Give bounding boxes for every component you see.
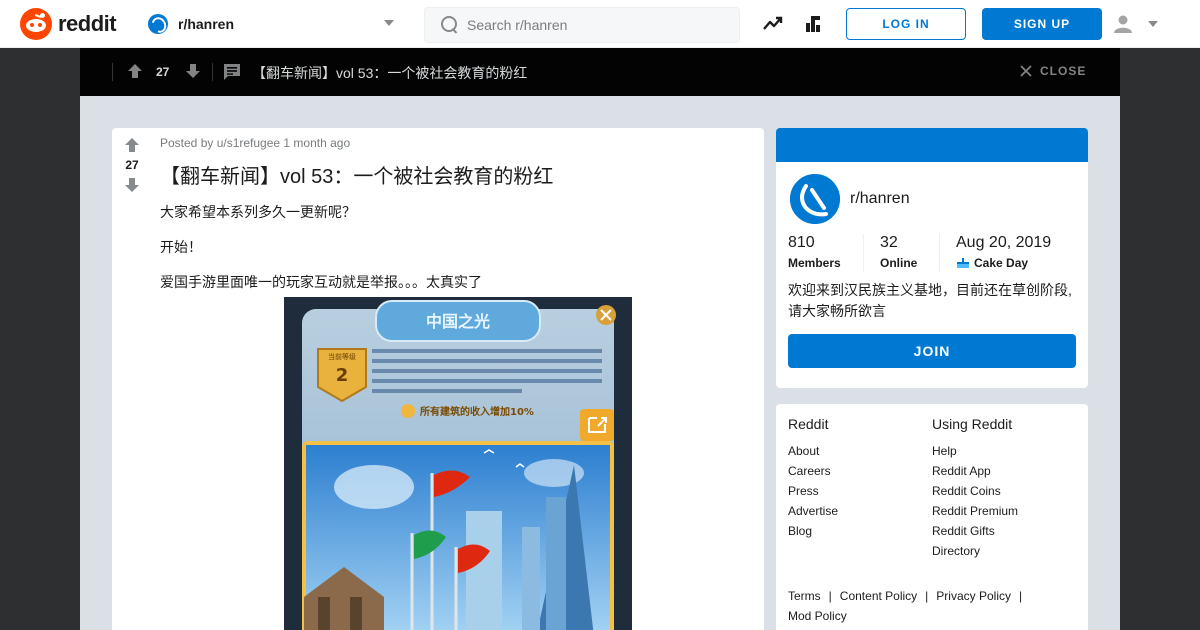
footer-link-directory[interactable]: Directory: [932, 541, 1018, 561]
online-label: Online: [880, 256, 918, 270]
footer-link-advertise[interactable]: Advertise: [788, 501, 838, 521]
footer-column-title: Reddit: [788, 416, 829, 432]
reddit-logo[interactable]: reddit: [20, 8, 117, 40]
user-menu[interactable]: [1112, 12, 1162, 36]
search-icon: [441, 16, 459, 34]
subreddit-icon: [148, 14, 168, 34]
footer-link-privacy-policy[interactable]: Privacy Policy: [936, 589, 1011, 603]
community-banner: [776, 128, 1088, 162]
subreddit-selector-label: r/hanren: [178, 16, 235, 32]
post-card: 27 Posted by u/s1refugee 1 month ago 【翻车…: [112, 128, 764, 630]
image-level-value: 2: [336, 365, 349, 386]
downvote-icon[interactable]: [123, 176, 141, 194]
footer-card: Reddit About Careers Press Advertise Blo…: [776, 404, 1088, 630]
subreddit-selector[interactable]: r/hanren: [148, 12, 398, 36]
post-overlay-bar: 27 【翻车新闻】vol 53：一个被社会教育的粉红 CLOSE: [80, 48, 1120, 96]
footer-policy-links: Terms | Content Policy | Privacy Policy | Mod …: [788, 589, 1023, 623]
community-icon: [790, 174, 840, 224]
upvote-icon[interactable]: [123, 136, 141, 154]
members-stat: 810 Members: [788, 234, 841, 270]
footer-link-careers[interactable]: Careers: [788, 461, 838, 481]
post-vote-count: 27: [125, 158, 139, 172]
cake-icon: [957, 258, 969, 268]
footer-link-reddit-premium[interactable]: Reddit Premium: [932, 501, 1018, 521]
close-button[interactable]: CLOSE: [1020, 64, 1086, 78]
post-title: 【翻车新闻】vol 53：一个被社会教育的粉红: [160, 166, 554, 188]
vote-column: 27: [112, 136, 152, 194]
image-level-label: 当前等级: [328, 352, 356, 361]
footer-link-press[interactable]: Press: [788, 481, 838, 501]
footer-link-blog[interactable]: Blog: [788, 521, 838, 541]
community-avatar[interactable]: [788, 172, 842, 226]
post-meta: Posted by u/s1refugee 1 month ago: [160, 136, 351, 150]
close-icon: [1020, 65, 1032, 77]
footer-column-title: Using Reddit: [932, 416, 1013, 432]
image-heading: 中国之光: [426, 312, 490, 331]
overlay-vote-count: 27: [156, 65, 170, 79]
chevron-down-icon: [384, 20, 394, 26]
post-paragraph: 开始！: [160, 239, 202, 255]
join-button[interactable]: JOIN: [788, 334, 1076, 368]
footer-link-reddit-coins[interactable]: Reddit Coins: [932, 481, 1018, 501]
footer-link-reddit-gifts[interactable]: Reddit Gifts: [932, 521, 1018, 541]
post-paragraph: 大家希望本系列多久一更新呢？: [160, 204, 356, 220]
footer-link-content-policy[interactable]: Content Policy: [840, 589, 917, 603]
comment-icon: [224, 64, 240, 80]
footer-link-terms[interactable]: Terms: [788, 589, 821, 603]
footer-link-mod-policy[interactable]: Mod Policy: [788, 609, 847, 623]
cake-day-value: Aug 20, 2019: [956, 234, 1052, 251]
search-input[interactable]: [467, 17, 727, 33]
game-screenshot: 中国之光 当前等级 2 所有建筑的收入增加10%: [284, 297, 632, 630]
footer-link-help[interactable]: Help: [932, 441, 1018, 461]
footer-link-about[interactable]: About: [788, 441, 838, 461]
stats-icon[interactable]: [801, 12, 825, 36]
close-label: CLOSE: [1040, 64, 1087, 78]
signup-button[interactable]: SIGN UP: [982, 8, 1102, 40]
community-card: r/hanren 810 Members 32 Online Aug 20, 2…: [776, 128, 1088, 388]
trending-icon[interactable]: [761, 12, 785, 36]
community-name[interactable]: r/hanren: [850, 190, 910, 208]
overlay-post-title: 【翻车新闻】vol 53：一个被社会教育的粉红: [252, 65, 528, 81]
logo-text: reddit: [58, 11, 117, 36]
online-stat: 32 Online: [880, 234, 917, 270]
upvote-icon[interactable]: [126, 62, 144, 80]
post-image[interactable]: 中国之光 当前等级 2 所有建筑的收入增加10%: [284, 297, 632, 630]
user-icon: [1114, 15, 1132, 33]
community-description: 欢迎来到汉民族主义基地，目前还在草创阶段,请大家畅所欲言: [788, 282, 1072, 319]
footer-link-reddit-app[interactable]: Reddit App: [932, 461, 1018, 481]
members-label: Members: [788, 256, 841, 270]
reddit-snoo-icon: [20, 8, 52, 40]
login-button[interactable]: LOG IN: [846, 8, 966, 40]
footer-column-reddit: Reddit About Careers Press Advertise Blo…: [788, 416, 838, 541]
members-value: 810: [788, 234, 815, 251]
top-header: reddit r/hanren LOG IN SIGN UP: [0, 0, 1200, 48]
post-body: 大家希望本系列多久一更新呢？ 开始！ 爱国手游里面唯一的玩家互动就是举报。。。太…: [160, 202, 482, 307]
search-bar[interactable]: [424, 7, 740, 43]
chevron-down-icon: [1148, 21, 1158, 27]
cake-day-stat: Aug 20, 2019 Cake Day: [956, 234, 1051, 270]
image-bonus-text: 所有建筑的收入增加10%: [420, 405, 534, 418]
cake-day-label: Cake Day: [974, 256, 1029, 270]
online-value: 32: [880, 234, 898, 251]
downvote-icon[interactable]: [184, 62, 202, 80]
footer-column-using-reddit: Using Reddit Help Reddit App Reddit Coin…: [932, 416, 1018, 561]
